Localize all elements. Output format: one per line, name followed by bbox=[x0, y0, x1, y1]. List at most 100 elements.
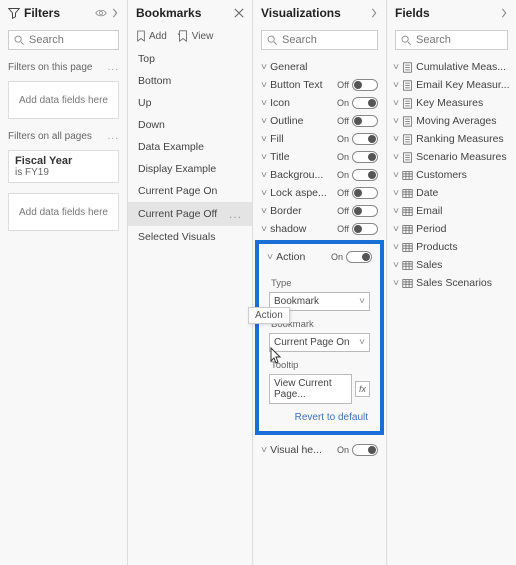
fields-list: ˅Cumulative Meas...˅Email Key Measur...˅… bbox=[387, 58, 516, 292]
field-row[interactable]: ˅Email bbox=[387, 202, 516, 220]
toggle[interactable] bbox=[352, 79, 378, 91]
filters-all-drop[interactable]: Add data fields here bbox=[8, 193, 119, 231]
chevron-right-icon[interactable] bbox=[500, 8, 508, 18]
field-row[interactable]: ˅Date bbox=[387, 184, 516, 202]
bookmark-view-icon bbox=[177, 30, 189, 42]
close-icon[interactable] bbox=[234, 8, 244, 18]
format-group[interactable]: ˅FillOn bbox=[253, 130, 386, 148]
format-label: Button Text bbox=[270, 79, 322, 91]
toggle[interactable] bbox=[352, 97, 378, 109]
ellipsis-icon[interactable]: ... bbox=[229, 207, 242, 221]
field-row[interactable]: ˅Sales Scenarios bbox=[387, 274, 516, 292]
bookmark-item[interactable]: Selected Visuals... bbox=[128, 226, 252, 248]
format-group[interactable]: ˅OutlineOff bbox=[253, 112, 386, 130]
format-group[interactable]: ˅IconOn bbox=[253, 94, 386, 112]
format-group[interactable]: ˅TitleOn bbox=[253, 148, 386, 166]
field-row[interactable]: ˅Products bbox=[387, 238, 516, 256]
toggle[interactable] bbox=[352, 205, 378, 217]
bookmark-item[interactable]: Down... bbox=[128, 114, 252, 136]
toggle[interactable] bbox=[352, 169, 378, 181]
toggle[interactable] bbox=[352, 133, 378, 145]
fields-search[interactable] bbox=[395, 30, 508, 50]
format-group[interactable]: ˅General bbox=[253, 58, 386, 76]
filters-page-drop[interactable]: Add data fields here bbox=[8, 81, 119, 119]
search-icon bbox=[401, 35, 412, 46]
field-row[interactable]: ˅Key Measures bbox=[387, 94, 516, 112]
format-group[interactable]: ˅Lock aspe...Off bbox=[253, 184, 386, 202]
calculator-icon bbox=[402, 116, 413, 127]
bookmark-item[interactable]: Up... bbox=[128, 92, 252, 114]
format-label: Visual he... bbox=[270, 444, 322, 456]
chevron-down-icon: ˅ bbox=[261, 169, 267, 181]
bookmark-item[interactable]: Bottom... bbox=[128, 70, 252, 92]
format-group[interactable]: ˅Button TextOff bbox=[253, 76, 386, 94]
chevron-right-icon[interactable] bbox=[370, 8, 378, 18]
field-row[interactable]: ˅Customers bbox=[387, 166, 516, 184]
table-icon bbox=[402, 206, 413, 217]
filter-card-sub: is FY19 bbox=[15, 167, 112, 178]
bookmark-item[interactable]: Current Page On... bbox=[128, 180, 252, 202]
chevron-down-icon: ˅ bbox=[267, 251, 273, 263]
table-icon bbox=[402, 224, 413, 235]
field-row[interactable]: ˅Moving Averages bbox=[387, 112, 516, 130]
filters-search-input[interactable] bbox=[29, 34, 113, 46]
format-group[interactable]: ˅Backgrou...On bbox=[253, 166, 386, 184]
bookmark-item[interactable]: Display Example... bbox=[128, 158, 252, 180]
format-label: Icon bbox=[270, 97, 290, 109]
chevron-down-icon: ˅ bbox=[359, 296, 365, 307]
bookmark-item[interactable]: Top... bbox=[128, 48, 252, 70]
field-row[interactable]: ˅Ranking Measures bbox=[387, 130, 516, 148]
format-label: Action bbox=[276, 251, 305, 263]
filter-card-fiscal-year[interactable]: Fiscal Year is FY19 bbox=[8, 150, 119, 183]
toggle[interactable] bbox=[352, 151, 378, 163]
bookmark-item[interactable]: Current Page Off... bbox=[128, 202, 252, 226]
toggle[interactable] bbox=[352, 115, 378, 127]
tooltip-input[interactable]: View Current Page... bbox=[269, 374, 352, 404]
chevron-down-icon: ˅ bbox=[393, 205, 399, 217]
viz-search-input[interactable] bbox=[282, 34, 372, 46]
chevron-down-icon: ˅ bbox=[261, 61, 267, 73]
toggle[interactable] bbox=[352, 187, 378, 199]
eye-icon[interactable] bbox=[95, 8, 107, 18]
field-row[interactable]: ˅Email Key Measur... bbox=[387, 76, 516, 94]
chevron-down-icon: ˅ bbox=[359, 337, 365, 348]
toggle[interactable] bbox=[352, 223, 378, 235]
bookmark-view[interactable]: View bbox=[177, 30, 214, 42]
fields-header: Fields bbox=[387, 0, 516, 26]
field-label: Sales bbox=[416, 259, 442, 271]
toggle-visual-header[interactable] bbox=[352, 444, 378, 456]
field-row[interactable]: ˅Sales bbox=[387, 256, 516, 274]
format-group[interactable]: ˅BorderOff bbox=[253, 202, 386, 220]
field-row[interactable]: ˅Period bbox=[387, 220, 516, 238]
filters-search[interactable] bbox=[8, 30, 119, 50]
bookmark-combo[interactable]: Current Page On ˅ bbox=[269, 333, 370, 352]
field-row[interactable]: ˅Scenario Measures bbox=[387, 148, 516, 166]
bookmark-item-label: Bottom bbox=[138, 75, 171, 87]
toggle-action[interactable] bbox=[346, 251, 372, 263]
tooltip-label: Tooltip bbox=[263, 358, 376, 373]
field-row[interactable]: ˅Cumulative Meas... bbox=[387, 58, 516, 76]
bookmark-item[interactable]: Data Example... bbox=[128, 136, 252, 158]
chevron-down-icon: ˅ bbox=[261, 187, 267, 199]
bookmark-add[interactable]: Add bbox=[136, 30, 167, 42]
field-label: Products bbox=[416, 241, 457, 253]
chevron-right-icon[interactable] bbox=[111, 8, 119, 18]
chevron-down-icon: ˅ bbox=[261, 223, 267, 235]
bookmarks-list: Top...Bottom...Up...Down...Data Example.… bbox=[128, 48, 252, 565]
format-group-action[interactable]: ˅ Action On bbox=[263, 248, 376, 266]
viz-search[interactable] bbox=[261, 30, 378, 50]
fields-search-input[interactable] bbox=[416, 34, 502, 46]
bookmark-item-label: Top bbox=[138, 53, 155, 65]
field-label: Period bbox=[416, 223, 446, 235]
field-label: Date bbox=[416, 187, 438, 199]
chevron-down-icon: ˅ bbox=[393, 79, 399, 91]
format-label: Backgrou... bbox=[270, 169, 323, 181]
filter-icon bbox=[8, 7, 20, 19]
revert-link[interactable]: Revert to default bbox=[263, 410, 376, 423]
format-group[interactable]: ˅shadowOff bbox=[253, 220, 386, 238]
visualizations-pane: Visualizations ˅General˅Button TextOff˅I… bbox=[253, 0, 387, 565]
filters-pane: Filters Filters on this page ... Add dat… bbox=[0, 0, 128, 565]
filters-section-page: Filters on this page ... bbox=[0, 58, 127, 77]
fx-button[interactable]: fx bbox=[355, 381, 370, 397]
format-group-visual-header[interactable]: ˅ Visual he... On bbox=[253, 441, 386, 459]
